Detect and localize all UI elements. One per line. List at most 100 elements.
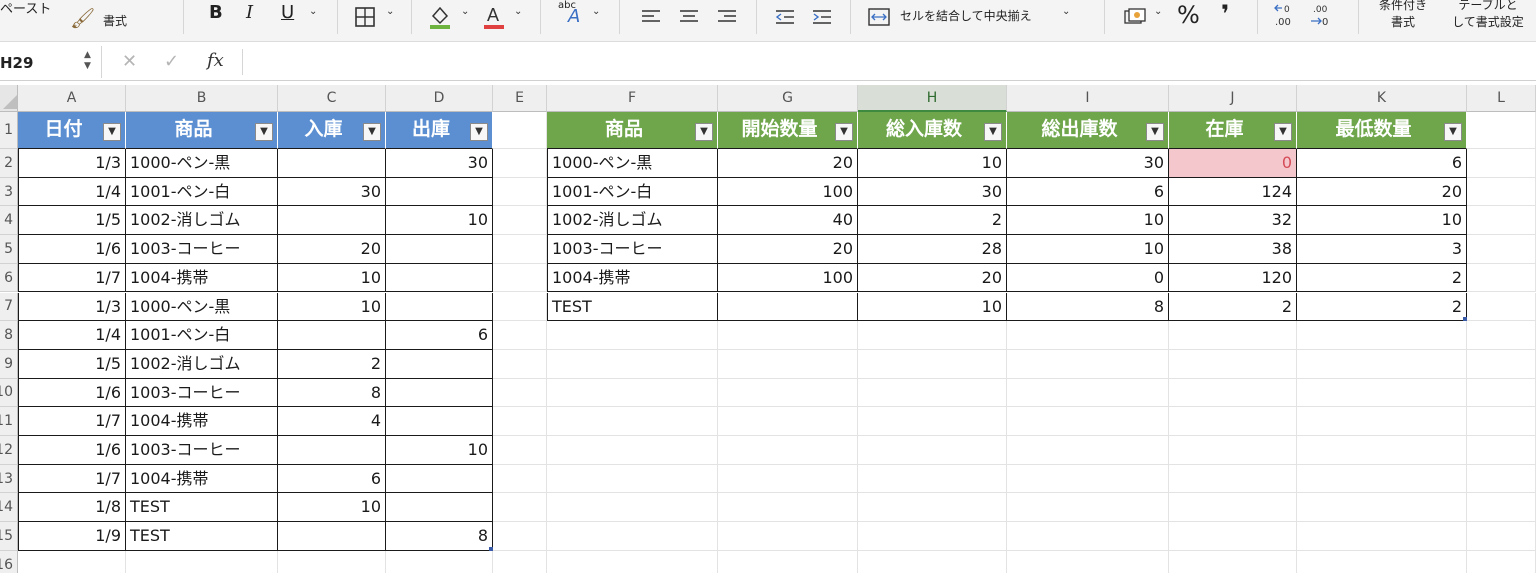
grid-cell[interactable] — [547, 550, 718, 573]
left-table-data-cell[interactable]: 1/3 — [18, 292, 126, 322]
insert-function-button[interactable]: fx — [207, 50, 224, 71]
low-stock-cell[interactable]: 0 — [1169, 149, 1297, 178]
grid-cell[interactable] — [718, 522, 858, 551]
left-table-data-cell[interactable] — [386, 263, 493, 293]
grid-cell[interactable] — [493, 235, 547, 264]
fill-color-icon[interactable] — [426, 0, 454, 34]
right-table-data-cell[interactable]: 100 — [718, 177, 858, 207]
left-table-data-cell[interactable]: TEST — [126, 522, 278, 551]
grid-cell[interactable] — [1297, 378, 1467, 408]
grid-cell[interactable] — [718, 464, 858, 494]
right-table-data-cell[interactable]: 1002-消しゴム — [547, 206, 718, 236]
right-table-data-cell[interactable]: 10 — [858, 149, 1007, 178]
grid-cell[interactable] — [1467, 436, 1536, 465]
right-table-data-cell[interactable]: 1004-携帯 — [547, 263, 718, 293]
grid-cell[interactable] — [858, 464, 1007, 494]
name-box-value[interactable]: H29 — [0, 54, 33, 72]
grid-cell[interactable] — [718, 407, 858, 436]
left-table-data-cell[interactable] — [386, 407, 493, 436]
filter-dropdown-icon[interactable]: ▼ — [363, 123, 381, 141]
left-table-data-cell[interactable]: 10 — [278, 263, 386, 293]
left-table-header-cell[interactable]: 出庫 ▼ — [386, 112, 493, 149]
left-table-data-cell[interactable] — [386, 235, 493, 264]
filter-dropdown-icon[interactable]: ▼ — [1146, 123, 1164, 141]
column-header-f[interactable]: F — [547, 85, 718, 112]
grid-cell[interactable] — [18, 550, 126, 573]
borders-icon[interactable] — [352, 0, 378, 34]
left-table-data-cell[interactable]: 1/4 — [18, 321, 126, 350]
grid-cell[interactable] — [493, 436, 547, 465]
align-center-icon[interactable] — [676, 0, 702, 34]
grid-cell[interactable] — [1007, 493, 1169, 523]
borders-chevron-icon[interactable]: ⌄ — [386, 6, 394, 17]
left-table-data-cell[interactable]: 1002-消しゴム — [126, 206, 278, 236]
grid-cell[interactable] — [1169, 436, 1297, 465]
right-table-data-cell[interactable]: 2 — [1169, 292, 1297, 322]
left-table-data-cell[interactable]: 1001-ペン-白 — [126, 321, 278, 350]
left-table-header-cell[interactable]: 入庫 ▼ — [278, 112, 386, 149]
left-table-data-cell[interactable]: 8 — [278, 378, 386, 408]
increase-decimal-icon[interactable]: 0.00 — [1272, 0, 1296, 34]
row-header-13[interactable]: 13 — [0, 464, 18, 494]
left-table-data-cell[interactable]: 6 — [278, 464, 386, 494]
left-table-data-cell[interactable] — [278, 436, 386, 465]
grid-cell[interactable] — [547, 522, 718, 551]
row-header-3[interactable]: 3 — [0, 177, 18, 207]
increase-indent-icon[interactable] — [809, 0, 835, 34]
select-all-corner[interactable] — [0, 85, 18, 112]
filter-dropdown-icon[interactable]: ▼ — [984, 123, 1002, 141]
right-table-data-cell[interactable]: 120 — [1169, 263, 1297, 293]
row-header-1[interactable]: 1 — [0, 112, 18, 149]
filter-dropdown-icon[interactable]: ▼ — [255, 123, 273, 141]
grid-cell[interactable] — [858, 349, 1007, 379]
grid-cell[interactable] — [547, 321, 718, 350]
grid-cell[interactable] — [1467, 522, 1536, 551]
grid-cell[interactable] — [493, 464, 547, 494]
grid-cell[interactable] — [1169, 464, 1297, 494]
right-table-data-cell[interactable]: 2 — [1297, 292, 1467, 322]
left-table-data-cell[interactable]: 1/7 — [18, 407, 126, 436]
filter-dropdown-icon[interactable]: ▼ — [470, 123, 488, 141]
row-header-12[interactable]: 12 — [0, 436, 18, 465]
left-table-data-cell[interactable]: 1/7 — [18, 263, 126, 293]
grid-cell[interactable] — [858, 550, 1007, 573]
column-header-e[interactable]: E — [493, 85, 547, 112]
right-table-header-cell[interactable]: 総入庫数 ▼ — [858, 112, 1007, 149]
left-table-data-cell[interactable]: 1002-消しゴム — [126, 349, 278, 379]
grid-cell[interactable] — [1467, 149, 1536, 178]
row-header-11[interactable]: 11 — [0, 407, 18, 436]
left-table-data-cell[interactable]: 8 — [386, 522, 493, 551]
table-resize-handle[interactable] — [489, 546, 493, 551]
grid-cell[interactable] — [493, 177, 547, 207]
grid-cell[interactable] — [493, 550, 547, 573]
decrease-indent-icon[interactable] — [772, 0, 798, 34]
filter-dropdown-icon[interactable]: ▼ — [695, 123, 713, 141]
left-table-data-cell[interactable]: 1/4 — [18, 177, 126, 207]
format-painter-icon[interactable]: 🖌 — [70, 6, 95, 30]
left-table-data-cell[interactable]: 6 — [386, 321, 493, 350]
grid-cell[interactable] — [386, 550, 493, 573]
grid-cell[interactable] — [1007, 464, 1169, 494]
grid-cell[interactable] — [718, 493, 858, 523]
filter-dropdown-icon[interactable]: ▼ — [1274, 123, 1292, 141]
left-table-data-cell[interactable]: 1/5 — [18, 206, 126, 236]
left-table-header-cell[interactable]: 商品 ▼ — [126, 112, 278, 149]
column-header-c[interactable]: C — [278, 85, 386, 112]
grid-cell[interactable] — [1007, 550, 1169, 573]
right-table-data-cell[interactable]: 20 — [718, 235, 858, 264]
right-table-data-cell[interactable]: 1000-ペン-黒 — [547, 149, 718, 178]
left-table-data-cell[interactable] — [386, 292, 493, 322]
column-header-b[interactable]: B — [126, 85, 278, 112]
column-header-a[interactable]: A — [18, 85, 126, 112]
right-table-data-cell[interactable]: 0 — [1007, 263, 1169, 293]
left-table-data-cell[interactable]: 1/6 — [18, 378, 126, 408]
grid-cell[interactable] — [1467, 378, 1536, 408]
left-table-data-cell[interactable]: TEST — [126, 493, 278, 523]
grid-cell[interactable] — [493, 522, 547, 551]
grid-cell[interactable] — [1007, 407, 1169, 436]
grid-cell[interactable] — [493, 263, 547, 293]
row-header-9[interactable]: 9 — [0, 349, 18, 379]
grid-cell[interactable] — [718, 349, 858, 379]
right-table-data-cell[interactable]: 30 — [858, 177, 1007, 207]
row-header-5[interactable]: 5 — [0, 235, 18, 264]
